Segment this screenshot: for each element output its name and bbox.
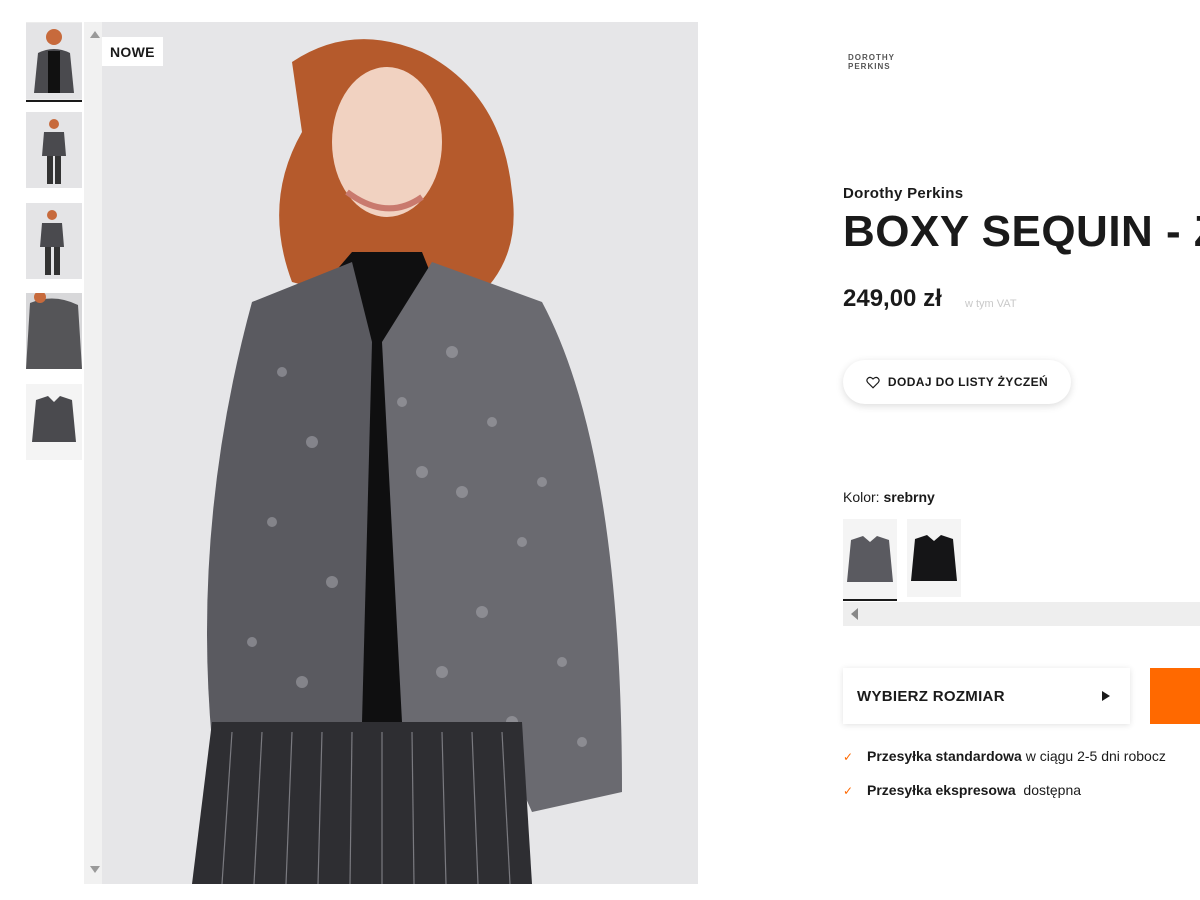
- thumbnail-image: [26, 23, 82, 99]
- check-icon: ✓: [843, 750, 854, 764]
- main-product-image[interactable]: [102, 22, 698, 884]
- color-label: Kolor: srebrny: [843, 489, 935, 505]
- shipping-express-text: dostępna: [1015, 782, 1082, 798]
- size-label: WYBIERZ ROZMIAR: [857, 688, 1005, 705]
- brand-name[interactable]: Dorothy Perkins: [843, 185, 963, 202]
- thumbnail-2[interactable]: [26, 112, 82, 188]
- add-to-wishlist-button[interactable]: DODAJ DO LISTY ŻYCZEŃ: [843, 360, 1071, 404]
- shipping-standard-label: Przesyłka standardowa: [867, 748, 1022, 764]
- thumbnail-image: [26, 293, 82, 369]
- brand-logo[interactable]: DOROTHY PERKINS: [848, 53, 908, 71]
- select-size-button[interactable]: WYBIERZ ROZMIAR: [843, 668, 1130, 724]
- brand-logo-line: PERKINS: [848, 62, 891, 71]
- thumbnail-1[interactable]: [26, 22, 82, 102]
- product-price: 249,00 zł: [843, 285, 942, 312]
- color-swatch-black[interactable]: [907, 519, 961, 597]
- thumbnail-image: [26, 203, 82, 279]
- wishlist-label: DODAJ DO LISTY ŻYCZEŃ: [887, 375, 1049, 389]
- color-swatch-silver[interactable]: [843, 519, 897, 601]
- new-badge: NOWE: [102, 37, 163, 66]
- thumbnail-5[interactable]: [26, 384, 82, 460]
- thumbnail-4[interactable]: [26, 293, 82, 369]
- caret-down-icon[interactable]: [90, 866, 100, 873]
- swatch-image: [843, 520, 897, 598]
- color-label-prefix: Kolor:: [843, 489, 880, 505]
- swatch-image: [907, 519, 961, 597]
- caret-up-icon[interactable]: [90, 31, 100, 38]
- product-title: BOXY SEQUIN - Z: [843, 207, 1200, 256]
- caret-right-icon: [1102, 691, 1110, 701]
- color-value: srebrny: [883, 489, 935, 505]
- shipping-standard-text: w ciągu 2-5 dni robocz: [1021, 748, 1166, 764]
- shipping-express-label: Przesyłka ekspresowa: [867, 782, 1016, 798]
- check-icon: ✓: [843, 784, 854, 798]
- thumbnail-scrollbar[interactable]: [84, 22, 102, 884]
- thumbnail-3[interactable]: [26, 203, 82, 279]
- swatch-scrollbar[interactable]: [843, 602, 1200, 626]
- add-to-cart-button[interactable]: [1150, 668, 1200, 724]
- shipping-express: ✓ Przesyłka ekspresowa dostępna: [843, 782, 1200, 798]
- caret-left-icon[interactable]: [851, 608, 858, 620]
- brand-logo-line: DOROTHY: [848, 53, 895, 62]
- shipping-standard: ✓ Przesyłka standardowa w ciągu 2-5 dni r…: [843, 748, 1200, 764]
- vat-note: w tym VAT: [965, 298, 1017, 310]
- heart-icon: [866, 376, 880, 389]
- thumbnail-image: [26, 384, 82, 460]
- thumbnail-image: [26, 112, 82, 188]
